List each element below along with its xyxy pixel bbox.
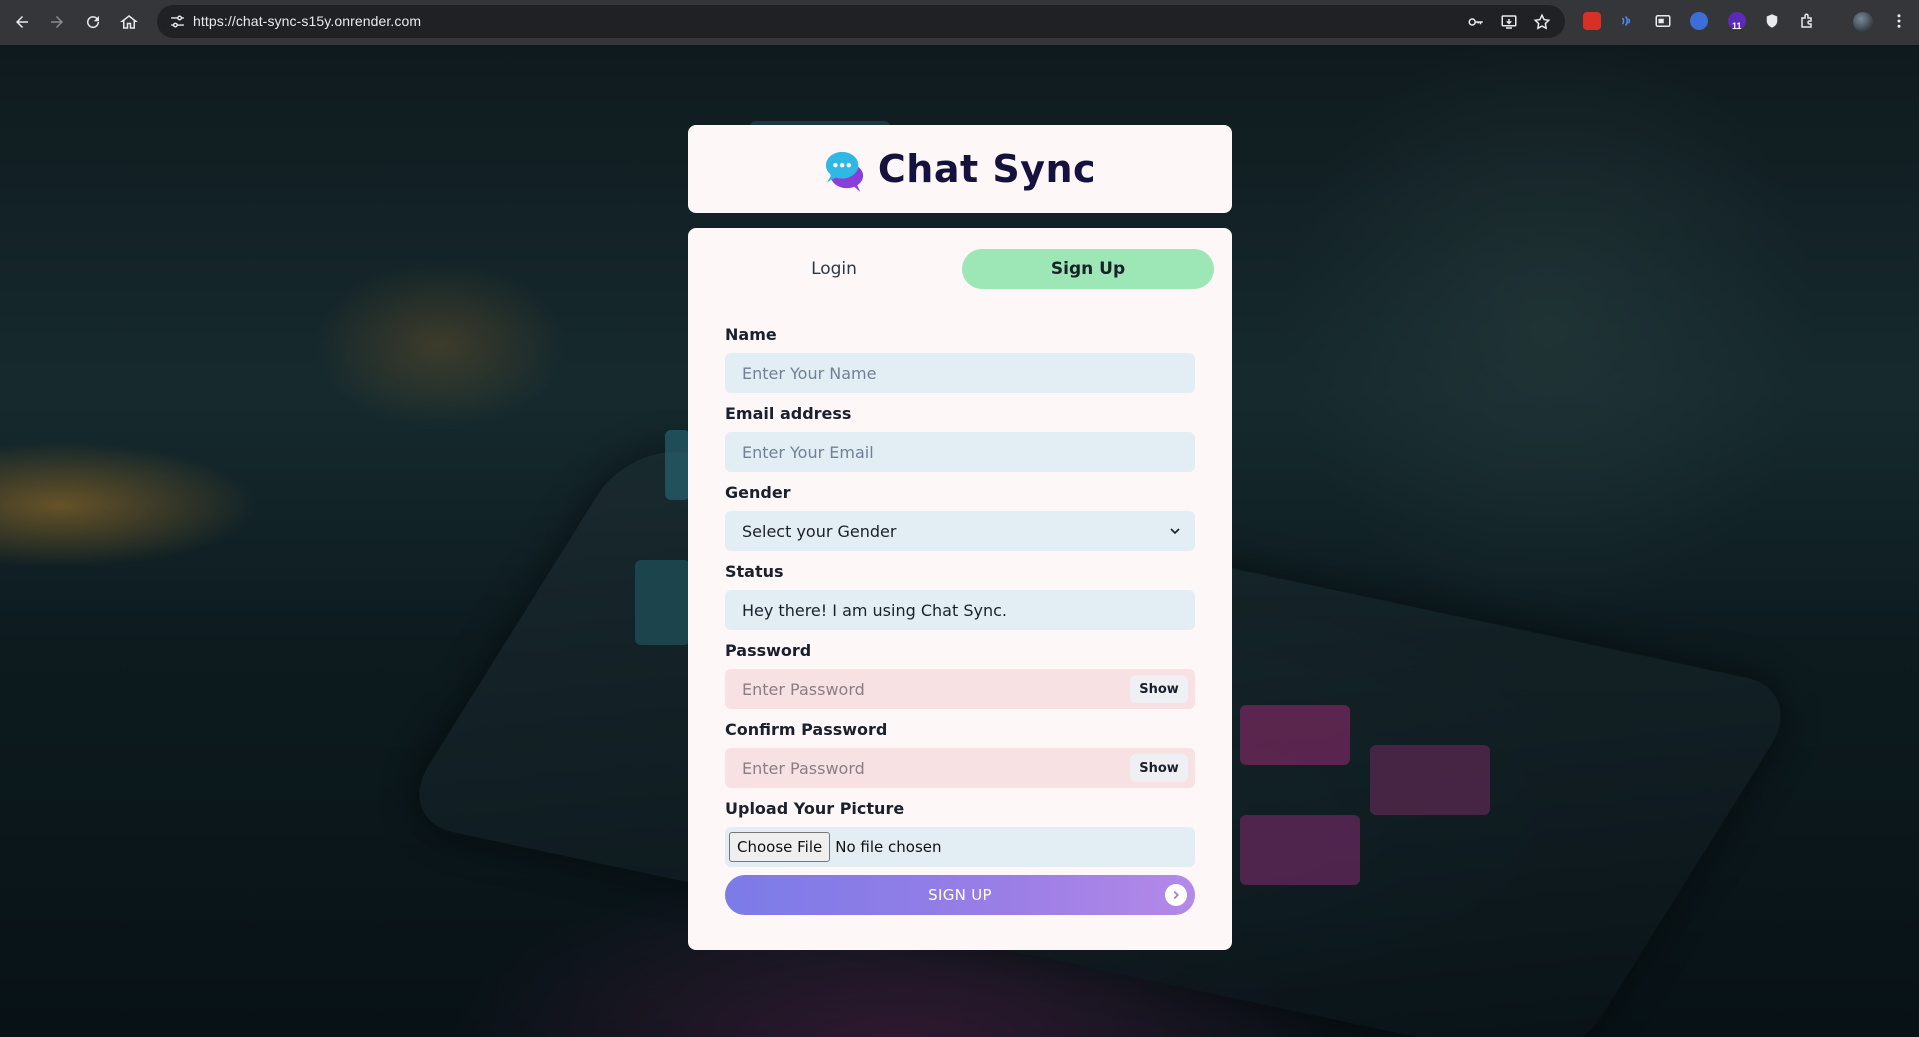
gender-selected-value: Select your Gender [742, 521, 897, 541]
background-tile [635, 560, 690, 645]
picture-file-input[interactable]: Choose File No file chosen [725, 827, 1195, 867]
profile-avatar[interactable] [1853, 12, 1873, 32]
background-tile [1240, 705, 1350, 765]
shield-icon[interactable] [1763, 12, 1781, 30]
url-text[interactable]: https://chat-sync-s15y.onrender.com [193, 13, 421, 29]
auth-card: Login Sign Up Name Email address Gender … [688, 228, 1232, 950]
background-tile [665, 430, 690, 500]
sign-up-button-label: SIGN UP [928, 886, 992, 904]
gender-label: Gender [725, 483, 791, 502]
choose-file-button[interactable]: Choose File [729, 832, 831, 862]
reload-icon[interactable] [81, 10, 105, 34]
chevron-right-circle-icon [1165, 884, 1187, 906]
tune-icon[interactable] [169, 13, 186, 30]
install-app-icon[interactable] [1500, 13, 1518, 31]
name-label: Name [725, 325, 777, 344]
background-tile [1370, 745, 1490, 815]
tab-login[interactable]: Login [708, 249, 960, 289]
sign-up-button[interactable]: SIGN UP [725, 875, 1195, 915]
gender-select[interactable]: Select your Gender [725, 511, 1195, 551]
confirm-password-show-button[interactable]: Show [1130, 754, 1188, 782]
star-icon[interactable] [1533, 13, 1551, 31]
extension-cursor-icon[interactable] [1690, 12, 1708, 30]
file-status-text: No file chosen [835, 838, 942, 856]
confirm-password-label: Confirm Password [725, 720, 888, 739]
tab-signup[interactable]: Sign Up [962, 249, 1214, 289]
name-input[interactable] [725, 353, 1195, 393]
browser-toolbar: https://chat-sync-s15y.onrender.com 11 [0, 0, 1919, 45]
email-input[interactable] [725, 432, 1195, 472]
kebab-menu-icon[interactable] [1890, 12, 1908, 30]
status-label: Status [725, 562, 784, 581]
confirm-password-input[interactable] [725, 748, 1195, 788]
app-header-card: Chat Sync [688, 125, 1232, 213]
background-tile [1240, 815, 1360, 885]
extension-record-icon[interactable] [1583, 12, 1601, 30]
puzzle-icon[interactable] [1799, 12, 1817, 30]
home-icon[interactable] [117, 10, 141, 34]
password-label: Password [725, 641, 812, 660]
password-input[interactable] [725, 669, 1195, 709]
forward-arrow-icon[interactable] [45, 10, 69, 34]
password-show-button[interactable]: Show [1130, 675, 1188, 703]
extension-window-icon[interactable] [1654, 12, 1672, 30]
picture-label: Upload Your Picture [725, 799, 905, 818]
address-bar[interactable]: https://chat-sync-s15y.onrender.com [157, 5, 1565, 38]
auth-tabs: Login Sign Up [708, 249, 1214, 289]
app-title: Chat Sync [877, 147, 1097, 191]
back-arrow-icon[interactable] [10, 10, 34, 34]
status-input[interactable] [725, 590, 1195, 630]
extension-badge-count: 11 [1732, 21, 1742, 31]
extension-badge-icon[interactable]: 11 [1728, 12, 1746, 31]
chevron-down-icon [1170, 528, 1180, 535]
key-icon[interactable] [1467, 13, 1485, 31]
extension-wave-icon[interactable] [1618, 12, 1636, 30]
chat-bubbles-icon [825, 151, 864, 192]
email-label: Email address [725, 404, 852, 423]
